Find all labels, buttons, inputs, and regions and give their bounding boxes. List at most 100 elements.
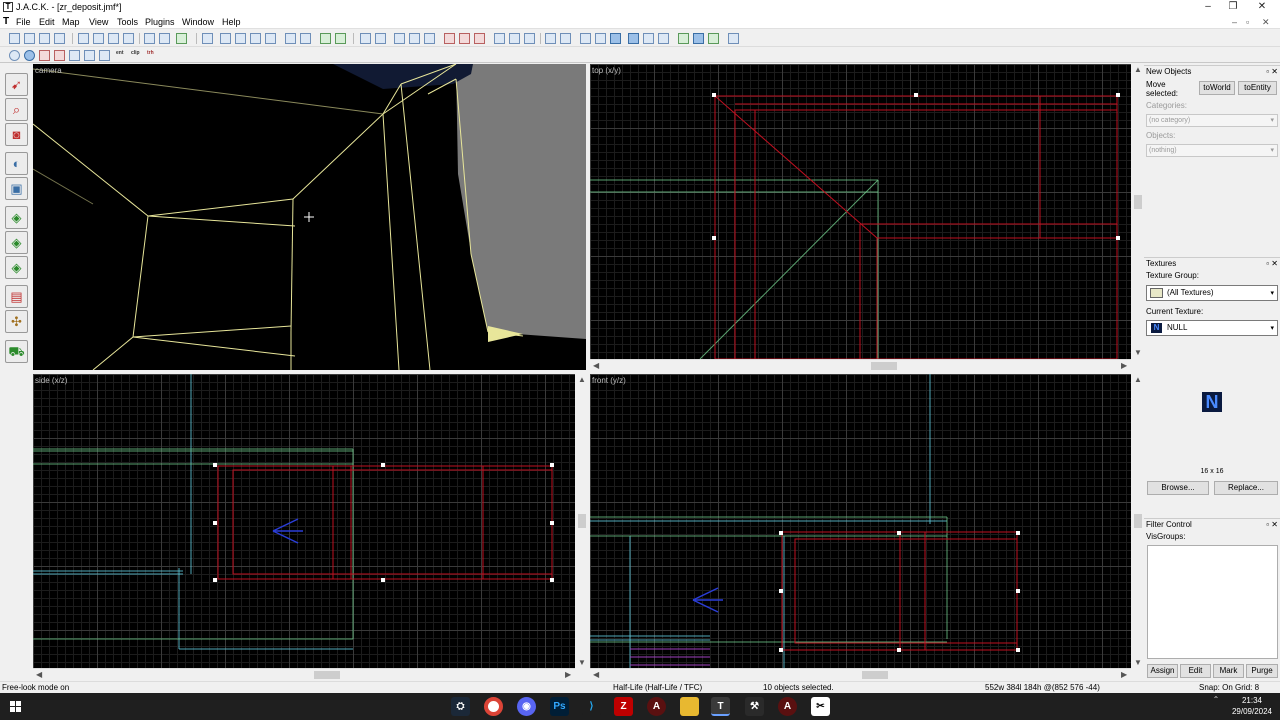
ent-filter-label[interactable]: ent <box>116 50 124 56</box>
redo-icon[interactable] <box>335 33 346 44</box>
info-icon[interactable] <box>658 33 669 44</box>
scroll-left-icon[interactable]: ◀ <box>593 361 599 370</box>
scroll-down-icon[interactable]: ▼ <box>578 658 586 667</box>
block-tool-icon[interactable]: ▣ <box>5 177 28 200</box>
menu-view[interactable]: View <box>89 16 108 28</box>
check-problems-icon[interactable] <box>708 33 719 44</box>
options-icon[interactable] <box>728 33 739 44</box>
brush-filter-icon[interactable] <box>99 50 110 61</box>
scroll-up-icon[interactable]: ▲ <box>578 375 586 384</box>
side-viewport[interactable]: side (x/z) <box>33 374 575 668</box>
apply-texture-icon[interactable]: ◈ <box>5 231 28 254</box>
front-viewport[interactable]: front (y/z) <box>590 374 1131 668</box>
mdi-restore-button[interactable]: ▫ <box>1246 16 1249 28</box>
to-entity-button[interactable]: toEntity <box>1238 81 1277 95</box>
filezilla-icon[interactable]: Z <box>614 697 633 716</box>
scroll-thumb[interactable] <box>1134 195 1142 209</box>
menu-edit[interactable]: Edit <box>39 16 55 28</box>
steam-icon[interactable]: ⛭ <box>451 697 470 716</box>
texture-group-select[interactable]: (All Textures) ▾ <box>1146 285 1278 301</box>
panel-pin-close-icon[interactable]: ▫ ✕ <box>1266 519 1278 530</box>
auto-select-icon[interactable] <box>610 33 621 44</box>
carve-icon[interactable] <box>144 33 155 44</box>
select-objects-icon[interactable] <box>409 33 420 44</box>
texture-tool-icon[interactable]: ◈ <box>5 206 28 229</box>
scroll-up-icon[interactable]: ▲ <box>1134 375 1142 384</box>
scroll-left-icon[interactable]: ◀ <box>36 670 42 679</box>
top-viewport-vertical-scrollbar[interactable]: ▲ ▼ <box>1131 64 1144 359</box>
vscode-icon[interactable]: ⟩ <box>582 697 601 716</box>
side-viewport-vertical-scrollbar[interactable]: ▲ ▼ <box>575 374 588 668</box>
align-top-icon[interactable] <box>250 33 261 44</box>
discord-icon[interactable]: ◉ <box>517 697 536 716</box>
circle-select-icon[interactable] <box>9 50 20 61</box>
tie-entity-icon[interactable] <box>202 33 213 44</box>
hide-icon[interactable] <box>69 50 80 61</box>
decal-tool-icon[interactable]: ◈ <box>5 256 28 279</box>
side-viewport-horizontal-scrollbar[interactable]: ◀ ▶ <box>33 668 575 680</box>
categories-select[interactable]: (no category) ▾ <box>1146 114 1278 127</box>
capcut-icon[interactable]: ✂ <box>811 697 830 716</box>
edit-button[interactable]: Edit <box>1180 664 1211 678</box>
scroll-thumb[interactable] <box>314 671 340 679</box>
panel-pin-close-icon[interactable]: ▫ ✕ <box>1266 66 1278 77</box>
scroll-right-icon[interactable]: ▶ <box>565 670 571 679</box>
trh-filter-label[interactable]: trh <box>147 50 154 56</box>
panel-pin-close-icon[interactable]: ▫ ✕ <box>1266 258 1278 269</box>
paste-special-icon[interactable] <box>509 33 520 44</box>
assign-button[interactable]: Assign <box>1147 664 1178 678</box>
sl-icon[interactable] <box>643 33 654 44</box>
clip-filter-label[interactable]: clip <box>131 50 140 56</box>
save-all-icon[interactable] <box>54 33 65 44</box>
flip-vertical-icon[interactable] <box>300 33 311 44</box>
texture-lock-toggle-icon[interactable] <box>628 33 639 44</box>
grid-3d-icon[interactable] <box>93 33 104 44</box>
scissors-icon[interactable] <box>494 33 505 44</box>
magnify-tool-icon[interactable]: ⌕ <box>5 98 28 121</box>
scroll-thumb[interactable] <box>862 671 888 679</box>
app-a2-icon[interactable]: A <box>778 697 797 716</box>
hammer-icon[interactable]: ⚒ <box>745 697 764 716</box>
file-explorer-icon[interactable] <box>680 697 699 716</box>
scroll-down-icon[interactable]: ▼ <box>1134 348 1142 357</box>
copy-icon[interactable] <box>459 33 470 44</box>
mark-button[interactable]: Mark <box>1213 664 1244 678</box>
lock-icon[interactable] <box>54 50 65 61</box>
close-button[interactable]: ✕ <box>1248 0 1276 15</box>
jack-taskbar-icon[interactable]: T <box>711 697 730 716</box>
selection-tool-icon[interactable]: ➹ <box>5 73 28 96</box>
scroll-up-icon[interactable]: ▲ <box>1134 65 1142 74</box>
texture-scale-lock-icon[interactable] <box>375 33 386 44</box>
scroll-right-icon[interactable]: ▶ <box>1121 361 1127 370</box>
document-icon[interactable]: T <box>3 16 13 27</box>
center-views-icon[interactable] <box>595 33 606 44</box>
texture-lock-icon[interactable] <box>360 33 371 44</box>
flip-horizontal-icon[interactable] <box>285 33 296 44</box>
compile-icon[interactable] <box>678 33 689 44</box>
mdi-close-button[interactable]: ✕ <box>1262 16 1270 28</box>
menu-help[interactable]: Help <box>222 16 241 28</box>
group-icon[interactable] <box>176 33 187 44</box>
select-by-handles-icon[interactable] <box>394 33 405 44</box>
menu-plugins[interactable]: Plugins <box>145 16 175 28</box>
vertex-edit-icon[interactable] <box>39 50 50 61</box>
objects-select[interactable]: (nothing) ▾ <box>1146 144 1278 157</box>
paste-icon[interactable] <box>474 33 485 44</box>
vertex-tool-icon[interactable]: ✣ <box>5 310 28 333</box>
chrome-icon[interactable] <box>484 697 503 716</box>
scroll-thumb[interactable] <box>871 362 897 370</box>
current-texture-select[interactable]: N NULL ▾ <box>1146 320 1278 336</box>
align-bottom-icon[interactable] <box>265 33 276 44</box>
clock-time[interactable]: 21:34 <box>1228 696 1276 706</box>
undo-icon[interactable] <box>320 33 331 44</box>
clip-tool-icon[interactable]: ▤ <box>5 285 28 308</box>
scroll-thumb[interactable] <box>1134 514 1142 528</box>
scroll-down-icon[interactable]: ▼ <box>1134 658 1142 667</box>
app-a-icon[interactable]: A <box>647 697 666 716</box>
browse-button[interactable]: Browse... <box>1147 481 1209 495</box>
show-icon[interactable] <box>84 50 95 61</box>
tray-chevron-icon[interactable]: ⌃ <box>1210 695 1222 705</box>
cut-icon[interactable] <box>444 33 455 44</box>
menu-tools[interactable]: Tools <box>117 16 138 28</box>
menu-file[interactable]: File <box>16 16 31 28</box>
